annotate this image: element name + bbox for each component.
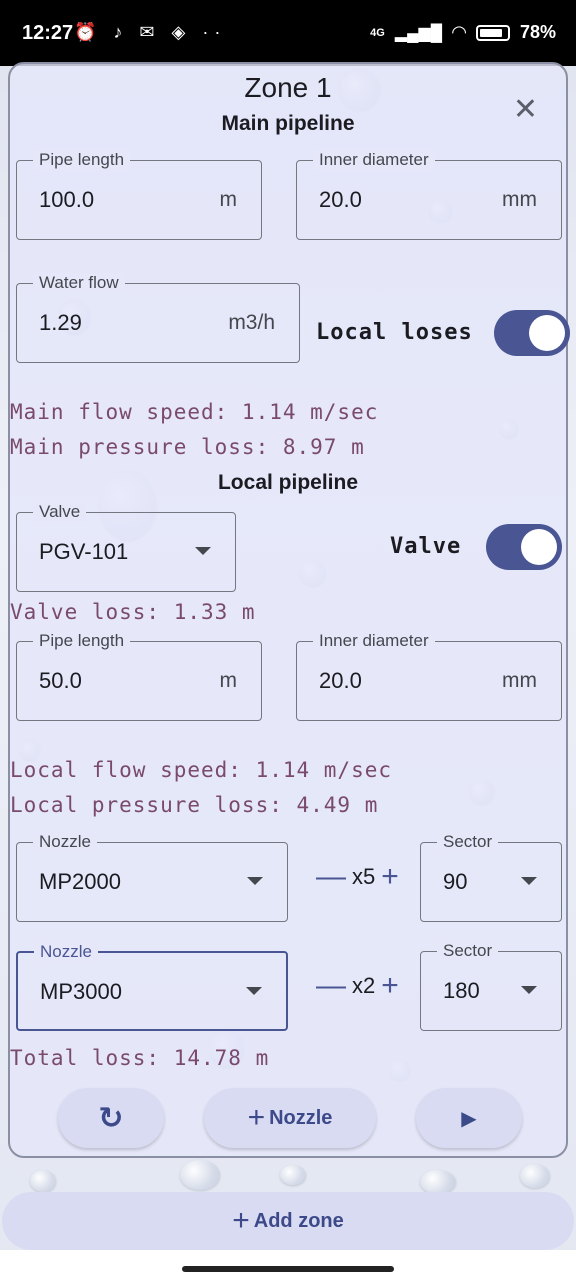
local-loses-toggle[interactable] — [494, 310, 570, 356]
play-icon: ▶ — [461, 1107, 477, 1130]
plus-icon[interactable]: + — [381, 971, 399, 1001]
field-label: Valve — [33, 502, 87, 522]
chevron-down-icon — [246, 987, 262, 995]
valve-toggle[interactable] — [486, 524, 562, 570]
dialog-title: Zone 1 — [244, 72, 332, 103]
field-label: Sector — [437, 832, 499, 852]
chevron-down-icon — [521, 986, 537, 994]
local-pressure-loss: Local pressure loss: 4.49 m — [10, 793, 379, 817]
field-value: MP2000 — [39, 869, 121, 894]
field-label: Nozzle — [34, 942, 98, 962]
status-bar: 12:27 ⏰ ♪ ✉ ◈ ·· 4G ▂▄▆█ ◠ 78% — [0, 0, 576, 66]
toggle-knob — [529, 315, 565, 351]
local-loses-label: Local loses — [316, 320, 473, 345]
notification-icons: ⏰ ♪ ✉ ◈ ·· — [74, 22, 227, 42]
field-value: 180 — [443, 978, 480, 1003]
field-unit: m — [219, 188, 238, 211]
field-label: Pipe length — [33, 631, 131, 651]
field-value: PGV-101 — [39, 539, 129, 564]
local-pipe-length-field[interactable]: Pipe length 50.0 m — [16, 631, 262, 721]
status-time: 12:27 — [22, 22, 74, 44]
field-value: 20.0 — [319, 668, 362, 693]
nozzle-count: x2 — [352, 973, 376, 998]
main-pipe-length-field[interactable]: Pipe length 100.0 m — [16, 150, 262, 240]
play-button[interactable]: ▶ — [416, 1088, 522, 1148]
field-value: 50.0 — [39, 668, 82, 693]
nozzle-count-stepper-2: — x2 + — [316, 971, 399, 1001]
chevron-down-icon — [521, 877, 537, 885]
local-inner-diameter-field[interactable]: Inner diameter 20.0 mm — [296, 631, 562, 721]
minus-icon[interactable]: — — [316, 862, 346, 892]
field-unit: mm — [502, 188, 537, 211]
field-label: Inner diameter — [313, 150, 435, 170]
field-label: Nozzle — [33, 832, 97, 852]
field-label: Pipe length — [33, 150, 131, 170]
nozzle-count-stepper-1: — x5 + — [316, 862, 399, 892]
field-value: 100.0 — [39, 187, 95, 212]
valve-select[interactable]: Valve PGV-101 — [16, 502, 236, 592]
zone-dialog: Zone 1 ✕ Main pipeline Pipe length 100.0… — [8, 62, 570, 1158]
nozzle-count: x5 — [352, 864, 376, 889]
field-value: 90 — [443, 869, 468, 894]
main-inner-diameter-field[interactable]: Inner diameter 20.0 mm — [296, 150, 562, 240]
plus-icon: + — [232, 1204, 250, 1237]
add-nozzle-label: Nozzle — [269, 1106, 333, 1129]
total-loss: Total loss: 14.78 m — [10, 1046, 270, 1070]
add-zone-button[interactable]: + Add zone — [2, 1192, 574, 1250]
sector-select-1[interactable]: Sector 90 — [420, 832, 562, 922]
signal-icon: ▂▄▆█ — [394, 24, 443, 42]
add-nozzle-button[interactable]: + Nozzle — [204, 1088, 376, 1148]
local-flow-speed: Local flow speed: 1.14 m/sec — [10, 758, 393, 782]
sector-select-2[interactable]: Sector 180 — [420, 941, 562, 1031]
navigation-bar — [0, 1250, 576, 1280]
battery-icon — [475, 24, 510, 41]
valve-loss: Valve loss: 1.33 m — [10, 600, 256, 624]
home-gesture-handle[interactable] — [182, 1266, 394, 1272]
plus-icon[interactable]: + — [381, 862, 399, 892]
add-zone-label: Add zone — [253, 1209, 344, 1232]
water-flow-field[interactable]: Water flow 1.29 m3/h — [16, 273, 300, 363]
plus-icon: + — [247, 1101, 266, 1134]
wifi-icon: ◠ — [452, 22, 466, 42]
field-unit: m3/h — [228, 311, 275, 334]
field-value: MP3000 — [40, 979, 122, 1004]
field-label: Inner diameter — [313, 631, 435, 651]
toggle-knob — [521, 529, 557, 565]
network-type: 4G — [370, 26, 385, 39]
refresh-icon: ↻ — [98, 1101, 124, 1135]
local-pipeline-heading: Local pipeline — [217, 471, 359, 494]
main-flow-speed: Main flow speed: 1.14 m/sec — [10, 400, 379, 424]
nozzle-select-2[interactable]: Nozzle MP3000 — [16, 942, 288, 1031]
status-right: 4G ▂▄▆█ ◠ 78% — [370, 22, 556, 43]
main-pipeline-heading: Main pipeline — [221, 112, 355, 135]
battery-level: 78% — [519, 22, 556, 42]
field-unit: m — [219, 669, 238, 692]
chevron-down-icon — [195, 547, 211, 555]
chevron-down-icon — [247, 877, 263, 885]
minus-icon[interactable]: — — [316, 971, 346, 1001]
valve-toggle-label: Valve — [390, 534, 462, 559]
field-value: 1.29 — [39, 310, 82, 335]
field-label: Water flow — [33, 273, 125, 293]
refresh-button[interactable]: ↻ — [58, 1088, 164, 1148]
nozzle-select-1[interactable]: Nozzle MP2000 — [16, 832, 288, 922]
main-pressure-loss: Main pressure loss: 8.97 m — [10, 435, 365, 459]
field-label: Sector — [437, 941, 499, 961]
field-unit: mm — [502, 669, 537, 692]
field-value: 20.0 — [319, 187, 362, 212]
